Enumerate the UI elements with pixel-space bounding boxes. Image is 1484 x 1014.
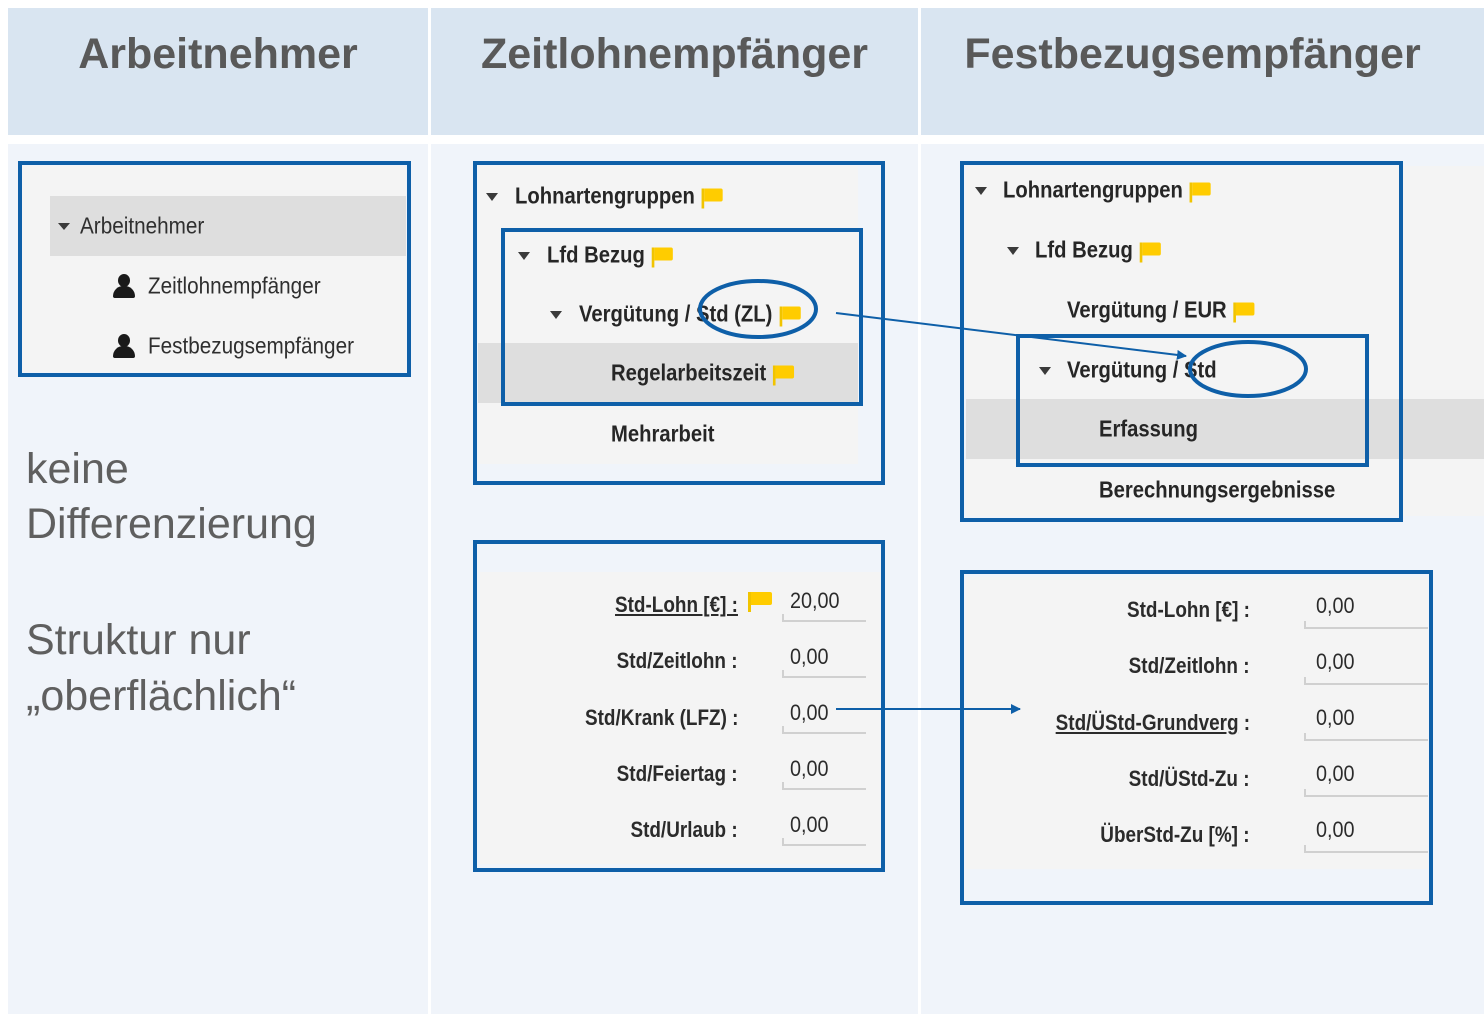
note-line: keine	[26, 445, 129, 493]
note-line: Differenzierung	[26, 500, 317, 548]
header-title: Festbezugsempfänger	[964, 30, 1421, 78]
note-line: „oberflächlich“	[26, 672, 297, 720]
note-line: Struktur nur	[26, 616, 251, 664]
highlight-box-inner	[501, 228, 863, 406]
highlight-box	[473, 540, 885, 872]
header-title: Zeitlohnempfänger	[480, 30, 869, 78]
highlight-box	[18, 161, 411, 377]
header-zeitlohnempfaenger: Zeitlohnempfänger	[431, 8, 918, 135]
header-festbezugsempfaenger: Festbezugsempfänger	[921, 8, 1484, 135]
header-title: Arbeitnehmer	[78, 30, 358, 78]
header-arbeitnehmer: Arbeitnehmer	[8, 8, 428, 135]
highlight-box-inner	[1016, 334, 1369, 467]
highlight-box	[960, 570, 1433, 905]
